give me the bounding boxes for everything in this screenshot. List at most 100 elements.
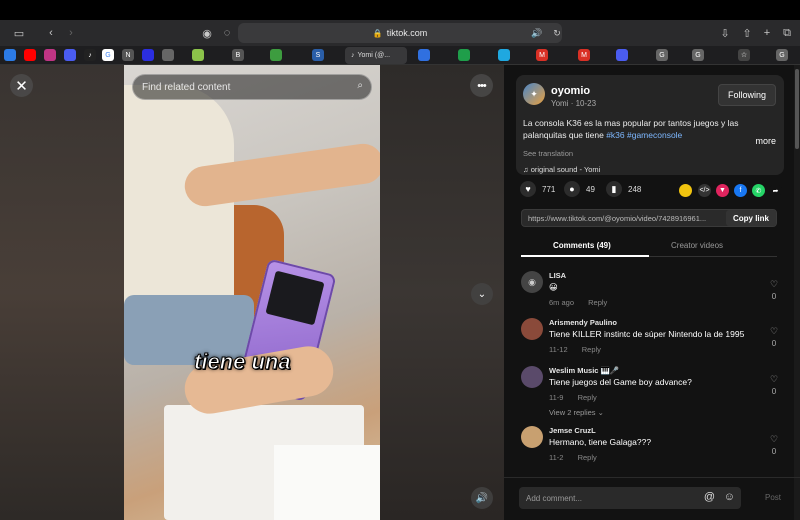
forward-icon[interactable]: › xyxy=(62,24,80,42)
emoji-icon[interactable]: ☺ xyxy=(724,491,735,503)
tab-favicon[interactable] xyxy=(64,49,76,61)
reply-button[interactable]: Reply xyxy=(588,298,607,307)
search-icon[interactable]: ⌕ xyxy=(357,80,363,91)
link-field[interactable]: https://www.tiktok.com/@oyomio/video/742… xyxy=(521,209,777,227)
reply-button[interactable]: Reply xyxy=(578,453,597,462)
comment-author[interactable]: Weslim Music 🎹🎤 xyxy=(549,366,619,375)
comment-input[interactable]: Add comment... @ ☺ xyxy=(519,487,741,509)
comment-like-button[interactable]: ♡ 0 xyxy=(767,434,781,456)
tab-creator-videos[interactable]: Creator videos xyxy=(671,241,723,250)
hashtag-gameconsole[interactable]: #gameconsole xyxy=(627,130,682,140)
comment-date: 11-2 xyxy=(549,453,564,462)
tab-favicon[interactable] xyxy=(162,49,174,61)
music-note-icon: ♫ xyxy=(523,165,529,174)
comment-like-button[interactable]: ♡ 0 xyxy=(767,279,781,301)
share-option-icon[interactable] xyxy=(679,184,692,197)
tab-favicon[interactable]: S xyxy=(312,49,324,61)
like-button[interactable]: ♥ 771 xyxy=(520,181,555,197)
tab-favicon[interactable] xyxy=(192,49,204,61)
comment-avatar[interactable] xyxy=(521,318,543,340)
divider xyxy=(504,477,800,478)
share-option-icon[interactable]: f xyxy=(734,184,747,197)
close-icon[interactable]: ✕ xyxy=(10,74,33,97)
tab-favicon[interactable] xyxy=(418,49,430,61)
address-bar[interactable]: 🔒 tiktok.com xyxy=(238,23,562,43)
more-options-icon[interactable]: ••• xyxy=(470,74,493,97)
tab-favicon[interactable] xyxy=(24,49,36,61)
back-icon[interactable]: ‹ xyxy=(42,24,60,42)
post-button[interactable]: Post xyxy=(765,493,781,502)
tab-favicon[interactable]: ♪ xyxy=(84,49,96,61)
new-tab-icon[interactable]: + xyxy=(758,24,776,42)
tab-favicon[interactable] xyxy=(270,49,282,61)
tab-favicon[interactable] xyxy=(4,49,16,61)
tab-favicon[interactable] xyxy=(616,49,628,61)
tab-favicon[interactable]: G xyxy=(776,49,788,61)
author-username[interactable]: oyomio xyxy=(551,85,590,97)
tab-favicon[interactable] xyxy=(44,49,56,61)
sound-link[interactable]: ♫ original sound - Yomi xyxy=(523,165,600,174)
following-button[interactable]: Following xyxy=(718,84,776,106)
tab-favicon[interactable]: G xyxy=(102,49,114,61)
tab-favicon[interactable]: G xyxy=(656,49,668,61)
comment-author[interactable]: Arismendy Paulino xyxy=(549,318,617,327)
download-icon[interactable]: ⇩ xyxy=(716,24,734,42)
comment-author[interactable]: Jemse CruzL xyxy=(549,426,596,435)
view-replies-button[interactable]: View 2 replies ⌄ xyxy=(549,408,604,417)
chevron-down-icon[interactable]: ⌄ xyxy=(471,283,493,305)
audio-icon[interactable]: 🔊 xyxy=(528,24,546,42)
share-option-icon[interactable]: ✆ xyxy=(752,184,765,197)
copy-link-button[interactable]: Copy link xyxy=(726,210,776,226)
video-link: https://www.tiktok.com/@oyomio/video/742… xyxy=(528,213,707,223)
volume-icon[interactable]: 🔊 xyxy=(471,487,493,509)
video-stage: tiene una ✕ Find related content ⌕ ••• ⌄… xyxy=(0,65,504,520)
reply-button[interactable]: Reply xyxy=(582,345,601,354)
comment-meta: 11-9 Reply xyxy=(549,393,597,402)
mention-icon[interactable]: @ xyxy=(704,491,715,503)
comment-like-button[interactable]: ♡ 0 xyxy=(767,326,781,348)
see-translation-link[interactable]: See translation xyxy=(523,149,573,158)
tab-underline xyxy=(521,255,649,257)
tab-favicon[interactable]: G xyxy=(692,49,704,61)
tab-favicon[interactable]: M xyxy=(578,49,590,61)
comment-like-button[interactable]: ♡ 0 xyxy=(767,374,781,396)
video-player[interactable]: tiene una xyxy=(124,65,380,520)
tab-overview-icon[interactable]: ⧉ xyxy=(778,24,796,42)
comment-avatar[interactable] xyxy=(521,366,543,388)
scrollbar[interactable] xyxy=(794,65,800,520)
tab-active[interactable]: ♪ Yomi (@... xyxy=(345,47,407,64)
share-icon[interactable]: ⇧ xyxy=(738,24,756,42)
share-option-icon[interactable]: ➦ xyxy=(769,184,782,197)
reload-icon[interactable]: ↻ xyxy=(548,24,566,42)
reply-button[interactable]: Reply xyxy=(578,393,597,402)
share-option-icon[interactable]: ▼ xyxy=(716,184,729,197)
tab-favicon[interactable]: N xyxy=(122,49,134,61)
author-avatar[interactable]: ✦ xyxy=(523,83,545,105)
tab-favicon[interactable]: M xyxy=(536,49,548,61)
save-count: 248 xyxy=(628,184,642,194)
privacy-icon[interactable]: ◌ xyxy=(218,24,236,42)
author-meta: Yomi · 10-23 xyxy=(551,99,597,108)
shield-icon[interactable]: ◉ xyxy=(198,24,216,42)
tab-favicon[interactable] xyxy=(142,49,154,61)
sound-label: original sound - Yomi xyxy=(530,165,601,174)
hashtag-k36[interactable]: #k36 xyxy=(606,130,624,140)
lock-icon: 🔒 xyxy=(372,28,383,38)
tab-favicon[interactable] xyxy=(498,49,510,61)
search-input[interactable]: Find related content ⌕ xyxy=(132,74,372,100)
tab-favicon[interactable]: ☆ xyxy=(738,49,750,61)
tab-bar: ♪ Yomi (@... G ♪ N B S M M G G ☆ G xyxy=(0,46,800,65)
heart-icon: ♥ xyxy=(520,181,536,197)
tab-comments[interactable]: Comments (49) xyxy=(553,241,611,250)
more-link[interactable]: more xyxy=(755,136,776,146)
share-option-icon[interactable]: </> xyxy=(698,184,711,197)
comment-avatar[interactable] xyxy=(521,426,543,448)
comment-author[interactable]: LISA xyxy=(549,271,566,280)
tab-favicon[interactable]: B xyxy=(232,49,244,61)
comment-date: 6m ago xyxy=(549,298,575,307)
tab-favicon[interactable] xyxy=(458,49,470,61)
comment-button[interactable]: ● 49 xyxy=(564,181,595,197)
save-button[interactable]: ▮ 248 xyxy=(606,181,641,197)
comment-avatar[interactable]: ◉ xyxy=(521,271,543,293)
sidebar-toggle-icon[interactable]: ▭ xyxy=(10,24,28,42)
